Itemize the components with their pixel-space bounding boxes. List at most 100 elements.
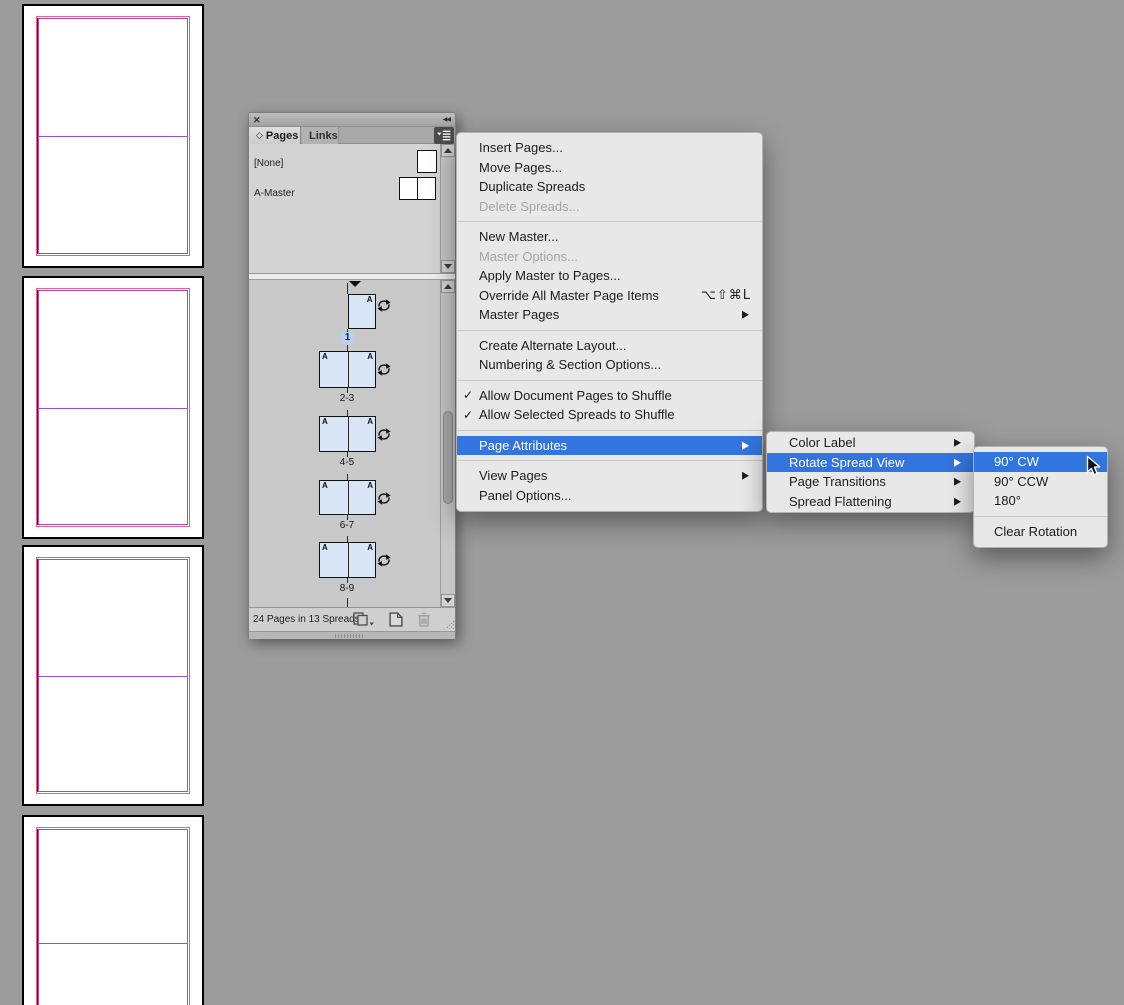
menu-item-view-pages[interactable]: View Pages ▶ — [457, 466, 762, 486]
menu-item-duplicate-spreads[interactable]: Duplicate Spreads — [457, 177, 762, 197]
spine-line — [347, 543, 349, 577]
document-spread-4[interactable] — [22, 815, 204, 1005]
panel-menu-button[interactable] — [434, 127, 454, 144]
spine-line — [347, 481, 349, 514]
menu-item-label: Override All Master Page Items — [479, 287, 659, 303]
masters-scrollbar[interactable] — [440, 144, 455, 273]
spread-rotation-icon — [377, 428, 391, 441]
collapse-panel-icon[interactable]: ◀◀ — [443, 115, 451, 125]
master-letter: A — [367, 481, 373, 490]
page-thumbnail-1[interactable]: A — [347, 294, 376, 329]
spread-thumbnail-2-3[interactable]: A A — [319, 351, 376, 388]
panel-resize-grip[interactable] — [444, 619, 455, 630]
current-spread-marker-icon — [349, 281, 361, 287]
menu-item-label: New Master... — [479, 229, 559, 245]
page-number-1[interactable]: 1 — [341, 332, 354, 344]
submenu-arrow-icon: ▶ — [954, 436, 961, 448]
close-icon[interactable]: ✕ — [253, 114, 261, 126]
pages-scrollbar[interactable] — [440, 280, 455, 607]
scroll-down-button[interactable] — [441, 594, 455, 607]
master-letter: A — [367, 417, 373, 426]
panel-tab-bar: ◇ Pages Links — [249, 127, 455, 144]
menu-item-insert-pages[interactable]: Insert Pages... — [457, 138, 762, 158]
menu-item-clear-rotation[interactable]: Clear Rotation — [974, 522, 1107, 542]
page-numbers-4-5[interactable]: 4-5 — [329, 457, 365, 468]
master-none-label[interactable]: [None] — [254, 158, 283, 169]
scroll-up-button[interactable] — [441, 280, 455, 293]
master-a-thumbnail-right[interactable] — [416, 177, 436, 200]
menu-item-master-options[interactable]: Master Options... — [457, 247, 762, 267]
panel-drag-grip[interactable] — [335, 634, 365, 638]
menu-item-rotate-spread-view[interactable]: Rotate Spread View ▶ — [767, 452, 974, 472]
menu-item-label: Duplicate Spreads — [479, 179, 586, 195]
menu-separator — [457, 329, 762, 331]
menu-item-panel-options[interactable]: Panel Options... — [457, 486, 762, 506]
menu-item-master-pages[interactable]: Master Pages ▶ — [457, 305, 762, 325]
scrollbar-thumb[interactable] — [443, 411, 453, 504]
tab-pages-label: Pages — [265, 129, 299, 142]
menu-item-label: Panel Options... — [479, 487, 572, 503]
spine-line — [347, 598, 348, 607]
page-numbers-2-3[interactable]: 2-3 — [329, 393, 365, 404]
edit-page-size-icon[interactable] — [353, 612, 375, 627]
submenu-arrow-icon: ▶ — [742, 438, 749, 451]
menu-item-spread-flattening[interactable]: Spread Flattening ▶ — [767, 492, 974, 512]
triangle-up-icon — [444, 148, 452, 153]
pages-panel-menu: Insert Pages... Move Pages... Duplicate … — [456, 132, 763, 512]
menu-item-delete-spreads[interactable]: Delete Spreads... — [457, 197, 762, 217]
menu-item-label: Master Pages — [479, 307, 560, 323]
menu-item-page-attributes[interactable]: Page Attributes ▶ — [457, 435, 762, 455]
tab-links-label: Links — [309, 129, 338, 142]
document-spread-1[interactable] — [22, 4, 204, 268]
masters-section: [None] A-Master — [249, 144, 455, 273]
margin-guide — [38, 829, 188, 1005]
menu-item-create-alternate-layout[interactable]: Create Alternate Layout... — [457, 336, 762, 356]
document-spread-3[interactable] — [22, 545, 204, 806]
menu-item-label: Master Options... — [479, 248, 578, 264]
master-a-label[interactable]: A-Master — [254, 188, 295, 199]
master-a-thumbnail-left[interactable] — [399, 177, 418, 200]
menu-separator — [457, 221, 762, 222]
menu-item-180[interactable]: 180° — [974, 491, 1107, 511]
menu-item-page-transitions[interactable]: Page Transitions ▶ — [767, 472, 974, 492]
spread-rotation-icon — [377, 299, 391, 312]
tab-links[interactable]: Links — [302, 127, 339, 144]
panel-bottom-edge — [249, 631, 455, 639]
tab-pages[interactable]: ◇ Pages — [249, 127, 301, 144]
create-new-page-icon[interactable] — [389, 612, 403, 627]
delete-page-trash-icon[interactable] — [417, 612, 431, 627]
page-numbers-8-9[interactable]: 8-9 — [329, 583, 365, 594]
spine-line — [347, 283, 348, 294]
menu-item-allow-document-pages-shuffle[interactable]: ✓ Allow Document Pages to Shuffle — [457, 386, 762, 406]
menu-item-override-master-items[interactable]: Override All Master Page Items ⌥⇧⌘L — [457, 286, 762, 306]
menu-item-apply-master[interactable]: Apply Master to Pages... — [457, 266, 762, 286]
master-letter: A — [367, 543, 373, 552]
checkmark-icon: ✓ — [463, 407, 474, 422]
menu-item-label: 90° CW — [994, 454, 1039, 470]
submenu-arrow-icon: ▶ — [954, 494, 961, 507]
scroll-up-button[interactable] — [441, 144, 455, 157]
menu-item-label: Move Pages... — [479, 159, 563, 175]
spread-thumbnail-4-5[interactable]: A A — [319, 416, 376, 452]
menu-item-new-master[interactable]: New Master... — [457, 227, 762, 247]
document-spread-2[interactable] — [22, 276, 204, 539]
panel-title-bar[interactable]: ✕ ◀◀ — [249, 113, 455, 127]
master-letter: A — [322, 417, 328, 426]
master-none-thumbnail[interactable] — [417, 150, 437, 173]
menu-item-color-label[interactable]: Color Label ▶ — [767, 433, 974, 453]
page-divider-guide — [38, 943, 188, 944]
menu-item-label: Allow Document Pages to Shuffle — [479, 387, 672, 403]
menu-item-numbering-section-options[interactable]: Numbering & Section Options... — [457, 355, 762, 375]
spread-thumbnail-6-7[interactable]: A A — [319, 480, 376, 515]
page-divider-guide — [38, 136, 188, 137]
master-letter: A — [366, 295, 373, 304]
menu-item-label: Create Alternate Layout... — [479, 337, 627, 353]
menu-item-move-pages[interactable]: Move Pages... — [457, 158, 762, 178]
page-numbers-6-7[interactable]: 6-7 — [329, 520, 365, 531]
scroll-down-button[interactable] — [441, 260, 455, 273]
section-splitter[interactable] — [249, 273, 455, 280]
triangle-up-icon — [444, 284, 452, 289]
menu-item-allow-selected-spreads-shuffle[interactable]: ✓ Allow Selected Spreads to Shuffle — [457, 405, 762, 425]
spread-thumbnail-8-9[interactable]: A A — [319, 542, 376, 578]
pages-section: A 1 A A 2-3 A A 4-5 A A 6-7 A A 8-9 — [249, 280, 455, 607]
